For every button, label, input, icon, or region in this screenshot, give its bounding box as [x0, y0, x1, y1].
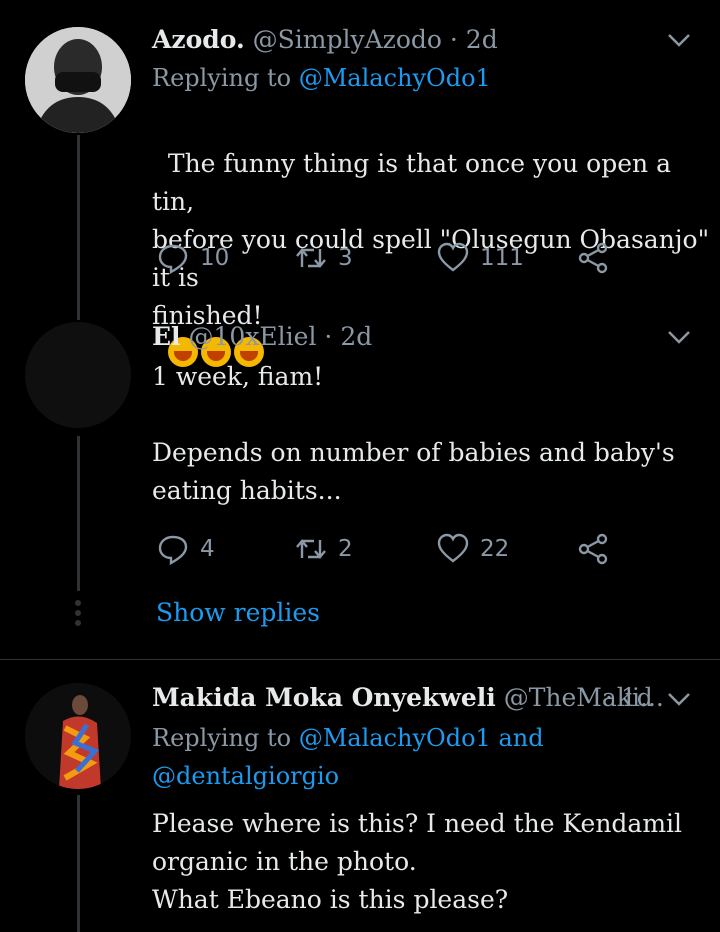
tweet-text: 1 week, fiam! Depends on number of babie… [152, 362, 675, 505]
chevron-down-icon[interactable] [666, 27, 692, 53]
share-icon [578, 533, 608, 565]
tweet-actions: 10 3 111 [152, 241, 622, 281]
thread-dots [74, 600, 82, 630]
timestamp[interactable]: · 2d [324, 322, 372, 351]
tweet-header: Makida Moka Onyekweli @TheMaki... [152, 683, 664, 712]
replying-to: Replying to @MalachyOdo1 [152, 64, 491, 92]
reply-count: 10 [200, 245, 230, 271]
timestamp[interactable]: · 1d [605, 683, 653, 712]
like-count: 22 [480, 536, 510, 562]
share-button[interactable] [576, 532, 610, 566]
show-replies-link[interactable]: Show replies [156, 598, 320, 627]
mention-link[interactable]: @MalachyOdo1 [299, 64, 491, 92]
mention-link[interactable]: @dentalgiorgio [152, 762, 339, 790]
display-name[interactable]: Makida Moka Onyekweli [152, 683, 496, 712]
thread-line [77, 436, 80, 591]
user-handle[interactable]: @SimplyAzodo [253, 25, 442, 54]
avatar[interactable] [25, 322, 131, 428]
display-name[interactable]: El [152, 322, 181, 351]
replying-label: Replying to [152, 64, 292, 92]
tweet-header: El @10xEliel · 2d [152, 322, 372, 351]
reply-button[interactable]: 10 [156, 241, 229, 275]
reply-count: 4 [200, 536, 215, 562]
retweet-count: 3 [338, 245, 353, 271]
retweet-button[interactable]: 2 [294, 532, 353, 566]
reply-icon [158, 244, 188, 275]
replying-label: Replying to [152, 724, 292, 752]
avatar[interactable] [25, 27, 131, 133]
like-count: 111 [480, 245, 524, 271]
like-button[interactable]: 111 [436, 241, 524, 275]
retweet-icon [296, 248, 326, 268]
tweet-text: Please where is this? I need the Kendami… [152, 809, 683, 914]
tweet-text-content: The funny thing is that once you open a … [152, 149, 710, 330]
replying-to: Replying to @MalachyOdo1 and [152, 724, 544, 752]
tweet-actions: 4 2 22 [152, 532, 622, 572]
thread-line [77, 135, 80, 320]
divider [0, 659, 720, 660]
heart-icon [437, 533, 469, 563]
heart-icon [437, 242, 469, 272]
chevron-down-icon[interactable] [666, 686, 692, 712]
share-icon [578, 242, 608, 274]
thread-line [77, 795, 80, 932]
retweet-icon [296, 539, 326, 559]
display-name[interactable]: Azodo. [152, 25, 245, 54]
avatar[interactable] [25, 683, 131, 789]
reply-icon [158, 535, 188, 566]
retweet-count: 2 [338, 536, 353, 562]
retweet-button[interactable]: 3 [294, 241, 353, 275]
user-handle[interactable]: @10xEliel [189, 322, 317, 351]
tweet-header: Azodo. @SimplyAzodo · 2d [152, 25, 498, 54]
mention-link[interactable]: @MalachyOdo1 and [299, 724, 544, 752]
reply-button[interactable]: 4 [156, 532, 215, 566]
share-button[interactable] [576, 241, 610, 275]
timestamp[interactable]: · 2d [450, 25, 498, 54]
like-button[interactable]: 22 [436, 532, 509, 566]
chevron-down-icon[interactable] [666, 324, 692, 350]
